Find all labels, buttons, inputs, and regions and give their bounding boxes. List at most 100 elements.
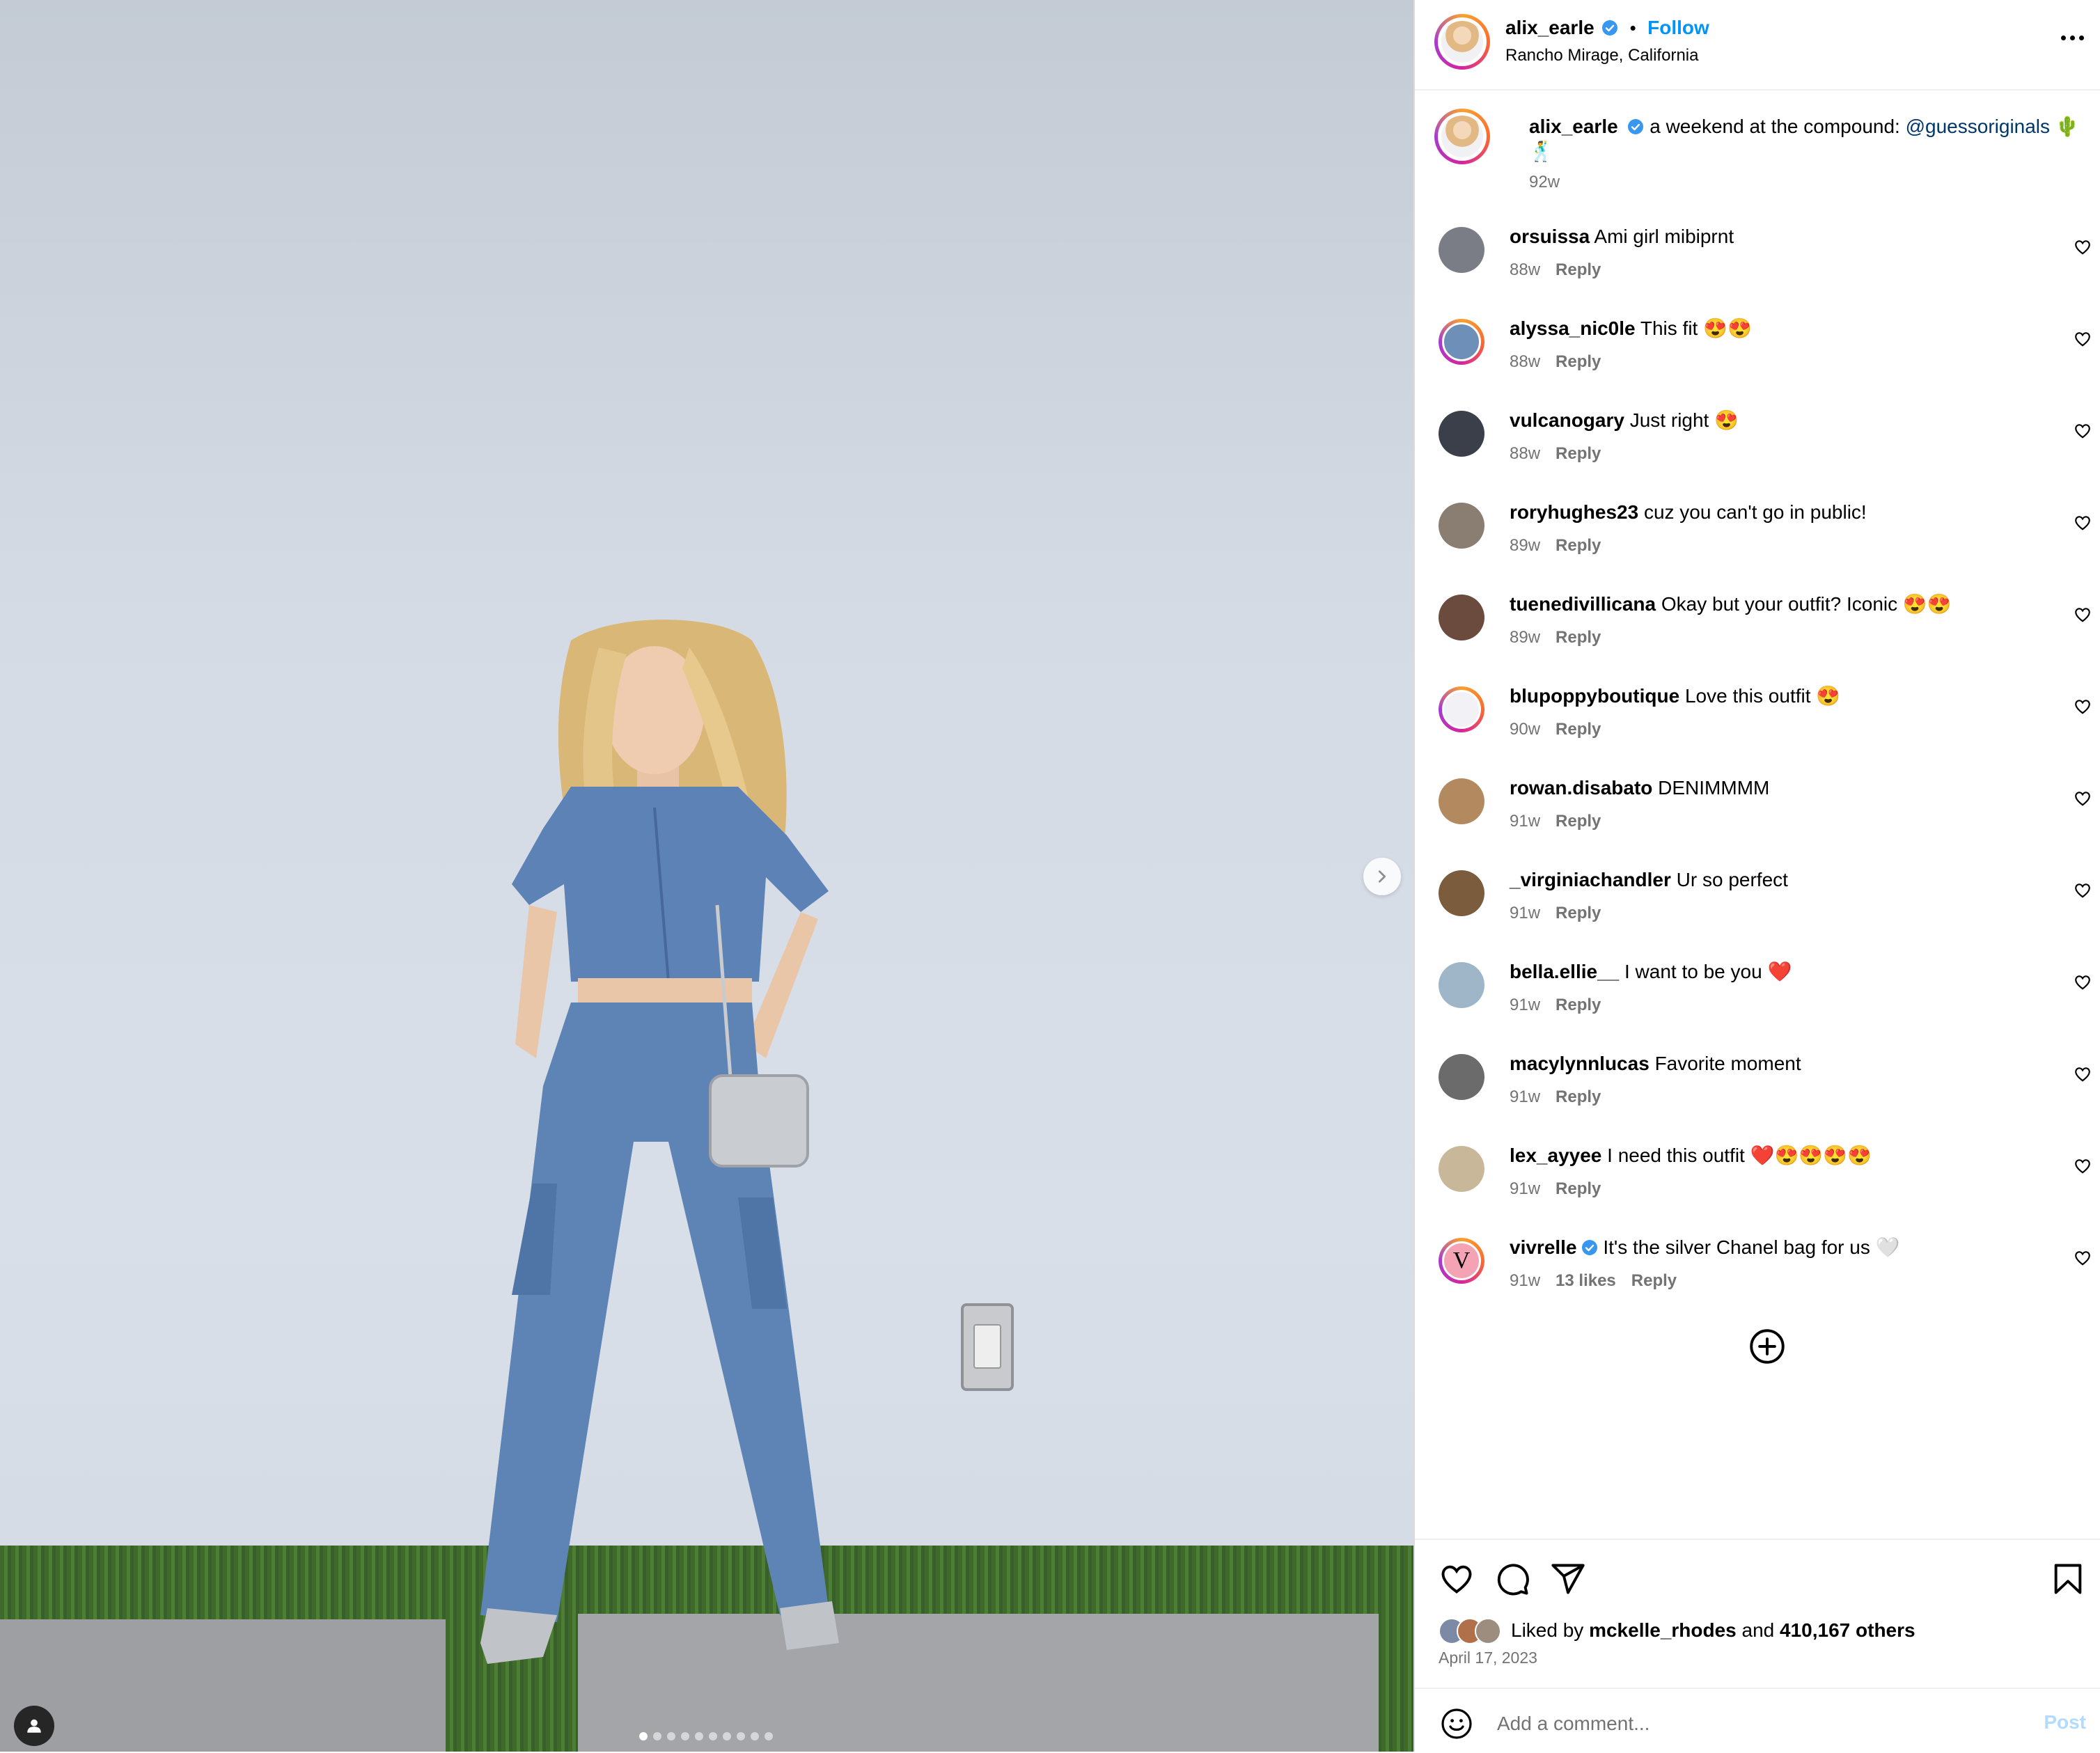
like-button[interactable] bbox=[1439, 1561, 1475, 1597]
commenter-avatar[interactable] bbox=[1439, 870, 1484, 916]
reply-button[interactable]: Reply bbox=[1631, 1271, 1677, 1290]
comment-timestamp[interactable]: 91w bbox=[1510, 1087, 1540, 1106]
comment-username[interactable]: alyssa_nic0le bbox=[1510, 317, 1636, 339]
comment-button[interactable] bbox=[1494, 1561, 1530, 1597]
comment-username[interactable]: orsuissa bbox=[1510, 226, 1590, 247]
likes-text[interactable]: Liked by mckelle_rhodes and 410,167 othe… bbox=[1511, 1619, 1915, 1642]
comment-timestamp[interactable]: 91w bbox=[1510, 812, 1540, 831]
comment-text: Ami girl mibiprnt bbox=[1594, 226, 1734, 247]
commenter-avatar[interactable] bbox=[1439, 686, 1484, 732]
comment-like-heart-icon[interactable] bbox=[2074, 1065, 2092, 1083]
comment-timestamp[interactable]: 91w bbox=[1510, 996, 1540, 1014]
commenter-avatar[interactable] bbox=[1439, 319, 1484, 365]
commenter-avatar[interactable] bbox=[1439, 595, 1484, 640]
comment-like-heart-icon[interactable] bbox=[2074, 1249, 2092, 1267]
reply-button[interactable]: Reply bbox=[1556, 260, 1601, 279]
comment-timestamp[interactable]: 88w bbox=[1510, 352, 1540, 371]
comment-like-heart-icon[interactable] bbox=[2074, 1157, 2092, 1175]
user-tags-button[interactable] bbox=[14, 1706, 54, 1746]
comment-username[interactable]: tuenedivillicana bbox=[1510, 593, 1656, 615]
comment-row: orsuissa Ami girl mibiprnt 88w Reply bbox=[1415, 221, 2100, 313]
bookmark-button[interactable] bbox=[2050, 1561, 2086, 1597]
reply-button[interactable]: Reply bbox=[1556, 812, 1601, 831]
slide-dot bbox=[709, 1732, 717, 1740]
comment-username[interactable]: vulcanogary bbox=[1510, 409, 1624, 431]
comment-like-heart-icon[interactable] bbox=[2074, 698, 2092, 716]
commenter-avatar[interactable]: V bbox=[1439, 1238, 1484, 1284]
comment-text: Okay but your outfit? Iconic 😍😍 bbox=[1661, 593, 1952, 615]
comment-text: It's the silver Chanel bag for us 🤍 bbox=[1603, 1236, 1900, 1258]
caption-timestamp[interactable]: 92w bbox=[1529, 173, 1560, 192]
comment-meta: 90w Reply bbox=[1510, 720, 1601, 739]
comment-like-heart-icon[interactable] bbox=[2074, 330, 2092, 348]
comment-timestamp[interactable]: 89w bbox=[1510, 536, 1540, 555]
author-avatar[interactable] bbox=[1434, 14, 1490, 70]
verified-icon bbox=[1628, 119, 1644, 134]
post-location[interactable]: Rancho Mirage, California bbox=[1505, 46, 1698, 65]
reply-button[interactable]: Reply bbox=[1556, 352, 1601, 371]
more-options-button[interactable] bbox=[2058, 31, 2086, 45]
reply-button[interactable]: Reply bbox=[1556, 996, 1601, 1014]
comment-timestamp[interactable]: 89w bbox=[1510, 628, 1540, 647]
post-date[interactable]: April 17, 2023 bbox=[1439, 1649, 1537, 1667]
commenter-avatar[interactable] bbox=[1439, 1146, 1484, 1192]
author-avatar[interactable] bbox=[1434, 109, 1490, 164]
comment-username[interactable]: _virginiachandler bbox=[1510, 869, 1671, 890]
emoji-icon[interactable] bbox=[1440, 1707, 1473, 1740]
load-more-comments-button[interactable] bbox=[1749, 1328, 1785, 1365]
comment-likes-count[interactable]: 13 likes bbox=[1556, 1271, 1616, 1290]
comment-username[interactable]: bella.ellie__ bbox=[1510, 961, 1619, 982]
comment-input[interactable] bbox=[1496, 1707, 1986, 1740]
caption-mention-link[interactable]: @guessoriginals bbox=[1906, 116, 2050, 137]
comment-text: I want to be you ❤️ bbox=[1624, 961, 1792, 982]
comment-timestamp[interactable]: 90w bbox=[1510, 720, 1540, 739]
reply-button[interactable]: Reply bbox=[1556, 444, 1601, 463]
comment-row: vulcanogary Just right 😍 88w Reply bbox=[1415, 405, 2100, 497]
next-slide-button[interactable] bbox=[1363, 858, 1401, 895]
comment-body: _virginiachandler Ur so perfect bbox=[1510, 867, 2067, 893]
comment-text: DENIMMMM bbox=[1658, 777, 1770, 799]
commenter-avatar[interactable] bbox=[1439, 778, 1484, 824]
comment-timestamp[interactable]: 91w bbox=[1510, 1271, 1540, 1290]
follow-button[interactable]: Follow bbox=[1647, 17, 1709, 38]
reply-button[interactable]: Reply bbox=[1556, 628, 1601, 647]
commenter-avatar[interactable] bbox=[1439, 503, 1484, 549]
likes-count[interactable]: 410,167 others bbox=[1780, 1619, 1915, 1641]
commenter-avatar[interactable] bbox=[1439, 962, 1484, 1008]
comment-timestamp[interactable]: 91w bbox=[1510, 1179, 1540, 1198]
comment-like-heart-icon[interactable] bbox=[2074, 881, 2092, 899]
comment-meta: 91w Reply bbox=[1510, 1179, 1601, 1199]
comment-username[interactable]: vivrelle bbox=[1510, 1236, 1577, 1258]
comment-like-heart-icon[interactable] bbox=[2074, 973, 2092, 991]
caption-username[interactable]: alix_earle bbox=[1529, 116, 1618, 137]
comment-text: This fit 😍😍 bbox=[1640, 317, 1752, 339]
comment-like-heart-icon[interactable] bbox=[2074, 422, 2092, 440]
reply-button[interactable]: Reply bbox=[1556, 1087, 1601, 1106]
commenter-avatar[interactable] bbox=[1439, 227, 1484, 273]
reply-button[interactable]: Reply bbox=[1556, 904, 1601, 922]
comment-like-heart-icon[interactable] bbox=[2074, 514, 2092, 532]
comment-text: Love this outfit 😍 bbox=[1684, 685, 1841, 707]
comment-timestamp[interactable]: 91w bbox=[1510, 904, 1540, 922]
comment-like-heart-icon[interactable] bbox=[2074, 789, 2092, 808]
comment-username[interactable]: roryhughes23 bbox=[1510, 501, 1638, 523]
reply-button[interactable]: Reply bbox=[1556, 536, 1601, 555]
comment-like-heart-icon[interactable] bbox=[2074, 606, 2092, 624]
commenter-avatar[interactable] bbox=[1439, 411, 1484, 457]
comment-username[interactable]: macylynnlucas bbox=[1510, 1053, 1650, 1074]
comment-timestamp[interactable]: 88w bbox=[1510, 260, 1540, 279]
comment-meta: 88w Reply bbox=[1510, 260, 1601, 280]
liked-by-user[interactable]: mckelle_rhodes bbox=[1589, 1619, 1737, 1641]
share-button[interactable] bbox=[1550, 1561, 1586, 1597]
commenter-avatar[interactable] bbox=[1439, 1054, 1484, 1100]
comment-username[interactable]: rowan.disabato bbox=[1510, 777, 1652, 799]
reply-button[interactable]: Reply bbox=[1556, 1179, 1601, 1198]
comment-timestamp[interactable]: 88w bbox=[1510, 444, 1540, 463]
add-comment-bar: Post bbox=[1415, 1688, 2100, 1753]
author-username[interactable]: alix_earle bbox=[1505, 17, 1594, 38]
comment-username[interactable]: blupoppyboutique bbox=[1510, 685, 1679, 707]
post-comment-button[interactable]: Post bbox=[2044, 1711, 2086, 1734]
reply-button[interactable]: Reply bbox=[1556, 720, 1601, 739]
comment-username[interactable]: lex_ayyee bbox=[1510, 1145, 1601, 1166]
comment-like-heart-icon[interactable] bbox=[2074, 238, 2092, 256]
